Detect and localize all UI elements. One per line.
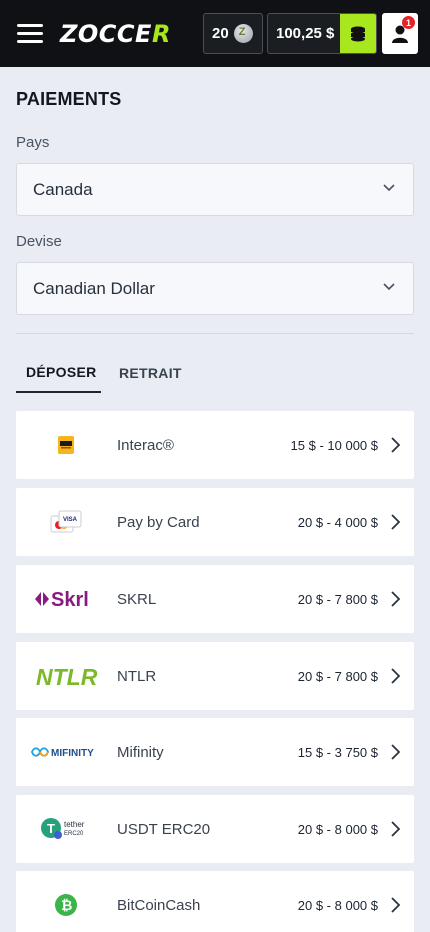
coin-icon [233,24,253,43]
method-limits: 20 $ - 7 800 $ [297,668,378,684]
method-limits: 20 $ - 4 000 $ [297,514,378,530]
method-name: NTLR [117,667,157,685]
chevron-down-icon [383,283,395,291]
payment-method-interac[interactable]: Interac® 15 $ - 10 000 $ [16,411,414,479]
payment-method-mifinity[interactable]: MIFINITY Mifinity 15 $ - 3 750 $ [16,718,414,786]
method-limits: 15 $ - 10 000 $ [290,437,378,453]
payment-method-card[interactable]: VISA Pay by Card 20 $ - 4 000 $ [16,488,414,556]
method-name: Interac® [117,436,174,454]
section-divider [16,333,414,334]
payment-method-usdt[interactable]: T tether ERC20 USDT ERC20 20 $ - 8 000 $ [16,795,414,863]
country-value: Canada [33,179,93,199]
country-select[interactable]: Canada [16,163,414,216]
coins-balance-button[interactable]: 20 [203,13,263,54]
payment-method-skrl[interactable]: Skrl SKRL 20 $ - 7 800 $ [16,565,414,633]
method-limits: 20 $ - 7 800 $ [297,591,378,607]
svg-text:MIFINITY: MIFINITY [51,748,94,759]
chevron-right-icon [391,744,400,760]
svg-text:NTLR: NTLR [36,664,98,688]
svg-text:₿: ₿ [61,897,72,913]
method-name: Pay by Card [117,513,200,531]
mifinity-logo: MIFINITY [16,718,116,786]
method-limits: 15 $ - 3 750 $ [297,744,378,760]
skrill-logo: Skrl [16,565,116,633]
method-name: Mifinity [117,743,164,761]
method-limits: 20 $ - 8 000 $ [297,821,378,837]
payment-tabs: DÉPOSER RETRAIT [16,352,414,394]
payment-method-bitcoincash[interactable]: ₿ BitCoinCash 20 $ - 8 000 $ [16,871,414,932]
notification-badge: 1 [402,16,415,29]
coins-count: 20 [212,25,229,42]
tether-logo: T tether ERC20 [16,795,116,863]
bitcoincash-logo: ₿ [16,871,116,932]
card-logo: VISA [16,488,116,556]
method-limits: 20 $ - 8 000 $ [297,897,378,913]
user-account-button[interactable]: 1 [382,13,418,54]
chevron-right-icon [391,897,400,913]
svg-text:VISA: VISA [63,517,78,523]
chevron-right-icon [391,591,400,607]
chevron-right-icon [391,514,400,530]
neteller-logo: NTLR [16,642,116,710]
svg-text:T: T [47,821,55,836]
method-name: BitCoinCash [117,896,201,914]
country-label: Pays [16,134,50,151]
balance-amount: 100,25 $ [276,25,335,42]
tab-deposit[interactable]: DÉPOSER [16,352,101,393]
wallet-balance-button[interactable]: 100,25 $ [267,13,377,54]
interac-logo [16,411,116,479]
chevron-right-icon [391,668,400,684]
page-title: PAIEMENTS [16,89,122,109]
method-name: USDT ERC20 [117,820,211,838]
method-name: SKRL [117,590,157,608]
svg-text:Skrl: Skrl [51,589,89,611]
svg-text:tether: tether [64,820,85,829]
hamburger-menu-icon[interactable] [17,24,43,44]
wallet-icon[interactable] [340,14,376,53]
chevron-right-icon [391,437,400,453]
tab-withdraw[interactable]: RETRAIT [119,352,182,393]
chevron-down-icon [383,184,395,192]
payment-method-ntlr[interactable]: NTLR NTLR 20 $ - 7 800 $ [16,642,414,710]
chevron-right-icon [391,821,400,837]
currency-label: Devise [16,233,62,250]
svg-text:ERC20: ERC20 [64,831,84,837]
currency-value: Canadian Dollar [33,278,155,298]
top-bar: ZOCCER 20 100,25 $ 1 [0,0,430,67]
currency-select[interactable]: Canadian Dollar [16,262,414,315]
zoccer-logo[interactable]: ZOCCER [60,20,171,48]
